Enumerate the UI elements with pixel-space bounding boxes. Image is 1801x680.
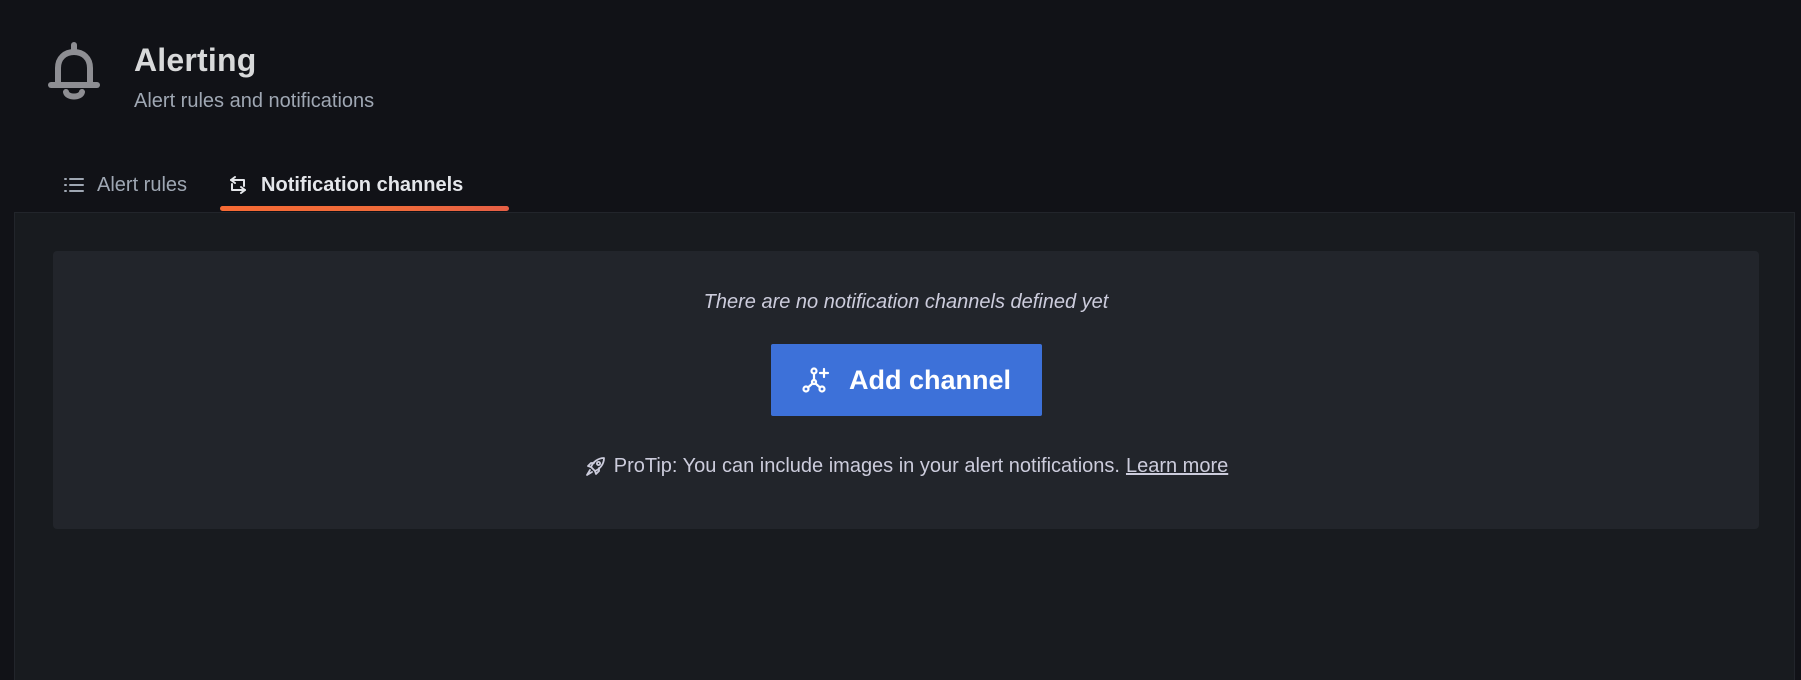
- tab-label: Notification channels: [261, 173, 464, 196]
- page-subtitle: Alert rules and notifications: [134, 90, 375, 112]
- tab-alert-rules[interactable]: Alert rules: [48, 168, 202, 202]
- empty-state-card: There are no notification channels defin…: [53, 251, 1759, 529]
- learn-more-link[interactable]: Learn more: [1126, 455, 1228, 478]
- protip: ProTip: You can include images in your a…: [584, 454, 1228, 478]
- channel-add-icon: [801, 365, 831, 395]
- tab-notification-channels[interactable]: Notification channels: [212, 168, 478, 202]
- page-title: Alerting: [134, 42, 257, 78]
- tab-label: Alert rules: [97, 173, 188, 196]
- channels-icon: [227, 174, 249, 196]
- protip-text: ProTip: You can include images in your a…: [613, 454, 1120, 477]
- empty-state-message: There are no notification channels defin…: [703, 291, 1109, 313]
- add-channel-label: Add channel: [848, 364, 1011, 395]
- add-channel-button[interactable]: Add channel: [770, 344, 1042, 416]
- alerting-page: Alerting Alert rules and notifications A…: [0, 0, 1801, 680]
- bell-icon: [46, 42, 102, 104]
- page-header: Alerting Alert rules and notifications: [46, 40, 374, 114]
- active-tab-indicator: [220, 206, 509, 211]
- list-icon: [63, 174, 85, 196]
- rocket-icon: [584, 454, 608, 478]
- content-panel: There are no notification channels defin…: [14, 212, 1795, 680]
